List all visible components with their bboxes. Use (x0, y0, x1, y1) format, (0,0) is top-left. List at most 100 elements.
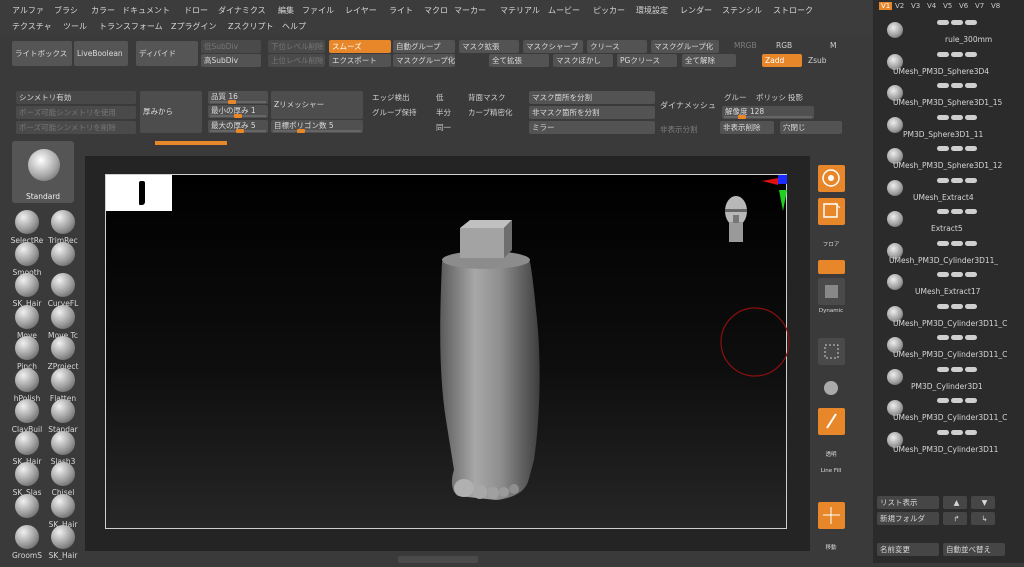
version-tab[interactable]: V2 (895, 2, 904, 10)
menu-item[interactable]: ムービー (548, 5, 580, 16)
toggle-icon[interactable] (937, 272, 949, 277)
toggle-icon[interactable] (965, 146, 977, 151)
toggle-icon[interactable] (937, 209, 949, 214)
autogroup-button[interactable]: 自動グループ (393, 40, 455, 53)
dynamic-source-label[interactable]: Dynamic (814, 308, 848, 314)
subtool-item[interactable]: Extract5 (873, 209, 1024, 239)
toggle-icon[interactable] (965, 114, 977, 120)
toggle-icon[interactable] (937, 83, 949, 88)
project-label[interactable]: 投影 (788, 92, 803, 103)
menu-item[interactable]: レイヤー (345, 5, 377, 16)
brush-item[interactable]: SK_Hair (40, 519, 80, 567)
toggle-icon[interactable] (965, 20, 977, 25)
toggle-icon[interactable] (937, 51, 949, 57)
move-label[interactable]: 移動 (814, 543, 848, 551)
menu-item[interactable]: マテリアル (500, 5, 540, 16)
visibility-toggles[interactable] (937, 398, 1001, 404)
toggle-icon[interactable] (937, 398, 949, 403)
menu-item[interactable]: ファイル (302, 5, 334, 16)
mask-sharpen-button[interactable]: マスクシャープ (523, 40, 583, 53)
menu-item[interactable]: ブラシ (54, 5, 78, 16)
visibility-toggles[interactable] (937, 83, 1001, 89)
transparent-label[interactable]: 透明 (814, 450, 848, 458)
version-tab[interactable]: V4 (927, 2, 936, 10)
crease-button[interactable]: クリース (587, 40, 647, 53)
toggle-icon[interactable] (965, 209, 977, 214)
pg-crease-button[interactable]: PGクリース (617, 54, 677, 67)
toggle-icon[interactable] (951, 177, 963, 183)
menu-item[interactable]: マーカー (454, 5, 486, 16)
mirror-button[interactable]: ミラー (529, 121, 655, 134)
move-gizmo-button[interactable] (818, 502, 845, 529)
toggle-icon[interactable] (951, 20, 963, 25)
current-brush-button[interactable]: Standard (12, 141, 74, 203)
menu-item[interactable]: ストローク (773, 5, 813, 16)
nonmask-only-label[interactable]: 非表示分割 (660, 124, 698, 135)
m-label[interactable]: M (830, 41, 836, 50)
pose-symmetry-button[interactable]: ポーズ可能シンメトリを使用 (16, 106, 136, 119)
version-tab[interactable]: V3 (911, 2, 920, 10)
toggle-icon[interactable] (937, 240, 949, 246)
auto-sort-button[interactable]: 自動並べ替え (943, 543, 1005, 556)
polish-label[interactable]: ポリッシ (756, 92, 786, 103)
head-orientation-icon[interactable] (718, 189, 754, 259)
toggle-icon[interactable] (965, 240, 977, 246)
toggle-icon[interactable] (937, 366, 949, 372)
visibility-toggles[interactable] (937, 20, 1001, 26)
same-label[interactable]: 同一 (436, 122, 451, 133)
subtool-item[interactable]: UMesh_Extract17 (873, 272, 1024, 302)
local-button[interactable] (818, 260, 845, 274)
subtool-item[interactable]: UMesh_Extract4 (873, 177, 1024, 208)
lower-subdiv-button[interactable]: 低SubDiv (201, 40, 261, 53)
subtool-item[interactable]: UMesh_PM3D_Sphere3D4 (873, 51, 1024, 82)
menu-item[interactable]: レンダー (680, 5, 712, 16)
symmetry-button[interactable]: シンメトリ有効 (16, 91, 136, 104)
visibility-toggles[interactable] (937, 240, 1001, 247)
visibility-toggles[interactable] (937, 51, 1001, 58)
curve-strength-label[interactable]: カーブ精密化 (468, 107, 513, 118)
version-tab[interactable]: V1 (879, 2, 893, 10)
visibility-toggles[interactable] (937, 335, 1001, 341)
visibility-toggles[interactable] (937, 114, 1001, 121)
toggle-icon[interactable] (951, 83, 963, 88)
menu-item[interactable]: ピッカー (593, 5, 625, 16)
line-fill-label[interactable]: Line Fill (814, 468, 848, 474)
half-label[interactable]: 半分 (436, 107, 451, 118)
subtool-item[interactable]: UMesh_PM3D_Cylinder3D11_C (873, 335, 1024, 365)
resolution-slider[interactable]: 解像度 128 (722, 106, 814, 119)
toggle-icon[interactable] (965, 51, 977, 57)
rgb-label[interactable]: RGB (776, 41, 792, 50)
visibility-toggles[interactable] (937, 429, 1001, 436)
zadd-button[interactable]: Zadd (762, 54, 802, 67)
list-view-button[interactable]: リスト表示 (877, 496, 939, 509)
menu-item[interactable]: ダイナミクス (218, 5, 266, 16)
toggle-icon[interactable] (937, 146, 949, 151)
mrgb-label[interactable]: MRGB (734, 41, 757, 50)
edit-button[interactable] (818, 198, 845, 225)
toggle-icon[interactable] (951, 398, 963, 403)
menu-item[interactable]: 環境設定 (636, 5, 668, 16)
toggle-icon[interactable] (937, 335, 949, 340)
menu-item[interactable]: ドロー (184, 5, 208, 16)
all-release-button[interactable]: 全て解除 (682, 54, 736, 67)
toggle-icon[interactable] (951, 303, 963, 309)
version-tab[interactable]: V8 (991, 2, 1000, 10)
menu-item[interactable]: アルファ (12, 5, 44, 16)
floor-label[interactable]: フロア (814, 240, 848, 248)
group-label[interactable]: グルー (724, 92, 747, 103)
divide-button[interactable]: ディバイド (136, 41, 198, 66)
delete-lower-button[interactable]: 下位レベル削除 (268, 40, 325, 53)
mask-expand-button[interactable]: マスク拡張 (459, 40, 519, 53)
menu-item[interactable]: テクスチャ (12, 21, 52, 32)
all-expand-button[interactable]: 全て拡張 (489, 54, 549, 67)
smooth-button[interactable]: スムーズ (329, 40, 391, 53)
visibility-toggles[interactable] (937, 177, 1001, 184)
toggle-icon[interactable] (937, 114, 949, 120)
menu-item[interactable]: ドキュメント (122, 5, 170, 16)
rename-button[interactable]: 名前変更 (877, 543, 939, 556)
mask-group-button[interactable]: マスクグループ化 (393, 54, 455, 67)
toggle-icon[interactable] (951, 146, 963, 151)
toggle-icon[interactable] (965, 429, 977, 435)
min-thickness-slider[interactable]: 最小の厚み 1 (208, 105, 268, 118)
close-holes-button[interactable]: 穴閉じ (780, 121, 842, 134)
